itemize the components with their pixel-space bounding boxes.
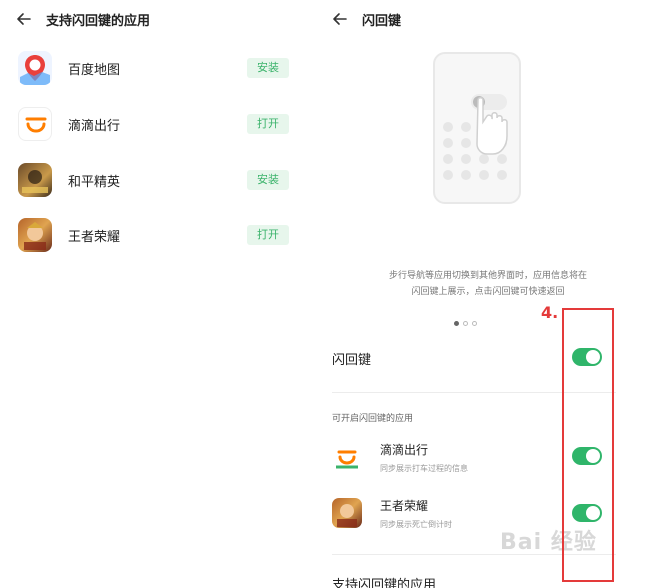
peace-elite-icon: [18, 163, 52, 197]
section-title: 可开启闪回键的应用: [332, 414, 414, 424]
right-header: 闪回键: [316, 0, 656, 38]
hand-pointer-icon: [476, 97, 508, 155]
list-item: 和平精英 安装: [0, 160, 316, 200]
app-name: 王者荣耀: [380, 499, 429, 513]
app-name: 王者荣耀: [68, 229, 121, 245]
install-button[interactable]: 安装: [247, 170, 289, 190]
highlight-box: [562, 308, 614, 582]
open-button[interactable]: 打开: [247, 225, 289, 245]
honor-of-kings-icon: [332, 498, 362, 528]
left-panel: 支持闪回键的应用 百度地图 安装 滴滴出行 打开 和平精英 安装 王者荣耀 打开: [0, 0, 316, 588]
didi-icon: [18, 107, 52, 141]
app-description: 同步展示打车过程的信息: [380, 464, 468, 473]
app-description: 同步展示死亡倒计时: [380, 520, 452, 529]
back-arrow-icon[interactable]: [332, 11, 348, 27]
supported-apps-link[interactable]: 支持闪回键的应用: [332, 574, 436, 588]
baidu-map-icon: [18, 51, 52, 85]
left-header: 支持闪回键的应用: [0, 0, 316, 38]
app-name: 百度地图: [68, 62, 121, 78]
right-panel: 闪回键 步行导航等应用切换到其他界面时，应用信息将在 闪回键上展示，点击闪回键可…: [316, 0, 656, 588]
page-title: 支持闪回键的应用: [46, 13, 151, 29]
description: 步行导航等应用切换到其他界面时，应用信息将在 闪回键上展示，点击闪回键可快速返回: [388, 271, 587, 297]
back-arrow-icon[interactable]: [16, 11, 32, 27]
install-button[interactable]: 安装: [247, 58, 289, 78]
step-annotation: 4.: [541, 303, 559, 322]
app-name: 和平精英: [68, 174, 121, 190]
list-item: 王者荣耀 打开: [0, 215, 316, 255]
pagination-dots: [454, 321, 477, 326]
list-item: 百度地图 安装: [0, 48, 316, 88]
open-button[interactable]: 打开: [247, 114, 289, 134]
honor-of-kings-icon: [18, 218, 52, 252]
page-title: 闪回键: [362, 13, 402, 29]
didi-icon: [332, 443, 362, 473]
list-item: 滴滴出行 打开: [0, 104, 316, 144]
app-name: 滴滴出行: [380, 443, 429, 457]
flashback-toggle-label: 闪回键: [332, 353, 372, 368]
app-name: 滴滴出行: [68, 118, 121, 134]
